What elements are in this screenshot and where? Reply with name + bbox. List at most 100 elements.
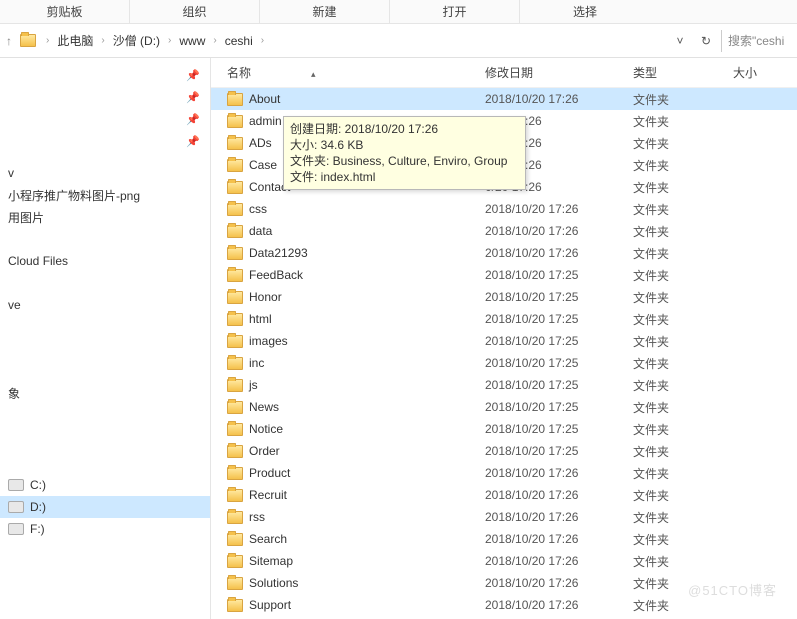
file-name: FeedBack (249, 268, 303, 282)
sidebar-item[interactable]: 📌 (0, 108, 210, 130)
sidebar-item[interactable]: ve (0, 294, 210, 316)
file-type: 文件夹 (633, 201, 733, 218)
file-type: 文件夹 (633, 443, 733, 460)
ribbon-new[interactable]: 新建 (260, 0, 390, 24)
table-row[interactable]: js2018/10/20 17:25文件夹 (211, 374, 797, 396)
breadcrumb[interactable]: › 此电脑 › 沙僧 (D:) › www › ceshi › (18, 30, 669, 51)
folder-icon (227, 467, 243, 480)
folder-icon (227, 577, 243, 590)
table-row[interactable]: rss2018/10/20 17:26文件夹 (211, 506, 797, 528)
search-input[interactable]: 搜索"ceshi (721, 30, 793, 52)
sidebar-item[interactable] (0, 316, 210, 338)
file-date: 2018/10/20 17:26 (485, 92, 633, 106)
table-row[interactable]: Search2018/10/20 17:26文件夹 (211, 528, 797, 550)
sidebar-item[interactable]: 📌 (0, 130, 210, 152)
folder-icon (227, 225, 243, 238)
file-type: 文件夹 (633, 113, 733, 130)
folder-icon (227, 93, 243, 106)
folder-tooltip: 创建日期: 2018/10/20 17:26 大小: 34.6 KB 文件夹: … (283, 116, 526, 190)
file-type: 文件夹 (633, 597, 733, 614)
crumb-seg[interactable]: 沙僧 (D:) (111, 30, 162, 51)
sidebar-drive[interactable]: D:) (0, 496, 210, 518)
file-type: 文件夹 (633, 267, 733, 284)
pin-icon: 📌 (186, 69, 200, 82)
folder-icon (227, 247, 243, 260)
file-name: js (249, 378, 258, 392)
sidebar-item[interactable]: 象 (0, 382, 210, 404)
table-row[interactable]: Product2018/10/20 17:26文件夹 (211, 462, 797, 484)
file-date: 2018/10/20 17:25 (485, 290, 633, 304)
table-row[interactable]: Sitemap2018/10/20 17:26文件夹 (211, 550, 797, 572)
address-bar: ↑ › 此电脑 › 沙僧 (D:) › www › ceshi › ˅ ↻ 搜索… (0, 24, 797, 58)
col-name[interactable]: 名称▴ (227, 64, 485, 81)
table-row[interactable]: data2018/10/20 17:26文件夹 (211, 220, 797, 242)
col-type[interactable]: 类型 (633, 64, 733, 81)
file-type: 文件夹 (633, 399, 733, 416)
folder-icon (227, 489, 243, 502)
table-row[interactable]: Data21293 2018/10/20 17:26文件夹 (211, 242, 797, 264)
ribbon-select[interactable]: 选择 (520, 0, 650, 24)
sidebar-item[interactable]: v (0, 162, 210, 184)
tooltip-line: 大小: 34.6 KB (290, 137, 519, 153)
ribbon-open[interactable]: 打开 (390, 0, 520, 24)
file-type: 文件夹 (633, 157, 733, 174)
chevron-right-icon: › (207, 35, 222, 46)
file-name: Case (249, 158, 277, 172)
table-row[interactable]: Notice2018/10/20 17:25文件夹 (211, 418, 797, 440)
folder-icon (227, 423, 243, 436)
ribbon-clipboard[interactable]: 剪贴板 (0, 0, 130, 24)
col-date[interactable]: 修改日期 (485, 64, 633, 81)
folder-icon (227, 313, 243, 326)
folder-icon (227, 555, 243, 568)
sidebar-item[interactable] (0, 272, 210, 294)
file-type: 文件夹 (633, 245, 733, 262)
chevron-right-icon: › (95, 35, 110, 46)
crumb-seg[interactable]: www (177, 32, 207, 50)
drive-icon (8, 479, 24, 491)
sidebar-item[interactable]: 📌 (0, 64, 210, 86)
file-date: 2018/10/20 17:26 (485, 554, 633, 568)
table-row[interactable]: Order2018/10/20 17:25文件夹 (211, 440, 797, 462)
table-row[interactable]: inc2018/10/20 17:25文件夹 (211, 352, 797, 374)
file-date: 2018/10/20 17:26 (485, 598, 633, 612)
sidebar-item[interactable]: 📌 (0, 86, 210, 108)
file-name: Recruit (249, 488, 287, 502)
file-type: 文件夹 (633, 509, 733, 526)
sidebar-item[interactable]: 小程序推广物料图片-png (0, 184, 210, 206)
file-name: Notice (249, 422, 283, 436)
tooltip-line: 创建日期: 2018/10/20 17:26 (290, 121, 519, 137)
up-arrow-icon[interactable]: ↑ (0, 24, 18, 58)
file-name: rss (249, 510, 265, 524)
folder-icon (227, 401, 243, 414)
sidebar-item[interactable] (0, 360, 210, 382)
crumb-seg[interactable]: 此电脑 (55, 30, 95, 51)
crumb-seg[interactable]: ceshi (223, 32, 255, 50)
file-type: 文件夹 (633, 135, 733, 152)
table-row[interactable]: FeedBack2018/10/20 17:25文件夹 (211, 264, 797, 286)
file-date: 2018/10/20 17:26 (485, 246, 633, 260)
sidebar-item[interactable]: Cloud Files (0, 250, 210, 272)
sidebar-item[interactable] (0, 228, 210, 250)
refresh-icon[interactable]: ↻ (695, 30, 717, 52)
file-date: 2018/10/20 17:26 (485, 532, 633, 546)
file-date: 2018/10/20 17:26 (485, 202, 633, 216)
col-size[interactable]: 大小 (733, 64, 797, 81)
table-row[interactable]: News2018/10/20 17:25文件夹 (211, 396, 797, 418)
file-name: html (249, 312, 272, 326)
sidebar-drive[interactable]: C:) (0, 474, 210, 496)
sidebar-item[interactable] (0, 338, 210, 360)
table-row[interactable]: About2018/10/20 17:26文件夹 (211, 88, 797, 110)
ribbon-organize[interactable]: 组织 (130, 0, 260, 24)
table-row[interactable]: Recruit2018/10/20 17:26文件夹 (211, 484, 797, 506)
sidebar-drive[interactable]: F:) (0, 518, 210, 540)
table-row[interactable]: css2018/10/20 17:26文件夹 (211, 198, 797, 220)
dropdown-icon[interactable]: ˅ (669, 30, 691, 52)
file-date: 2018/10/20 17:26 (485, 466, 633, 480)
pin-icon: 📌 (186, 113, 200, 126)
table-row[interactable]: images2018/10/20 17:25文件夹 (211, 330, 797, 352)
table-row[interactable]: Honor2018/10/20 17:25文件夹 (211, 286, 797, 308)
file-name: Data21293 (249, 246, 308, 260)
sidebar-item[interactable]: 用图片 (0, 206, 210, 228)
table-row[interactable]: html2018/10/20 17:25文件夹 (211, 308, 797, 330)
file-name: News (249, 400, 279, 414)
